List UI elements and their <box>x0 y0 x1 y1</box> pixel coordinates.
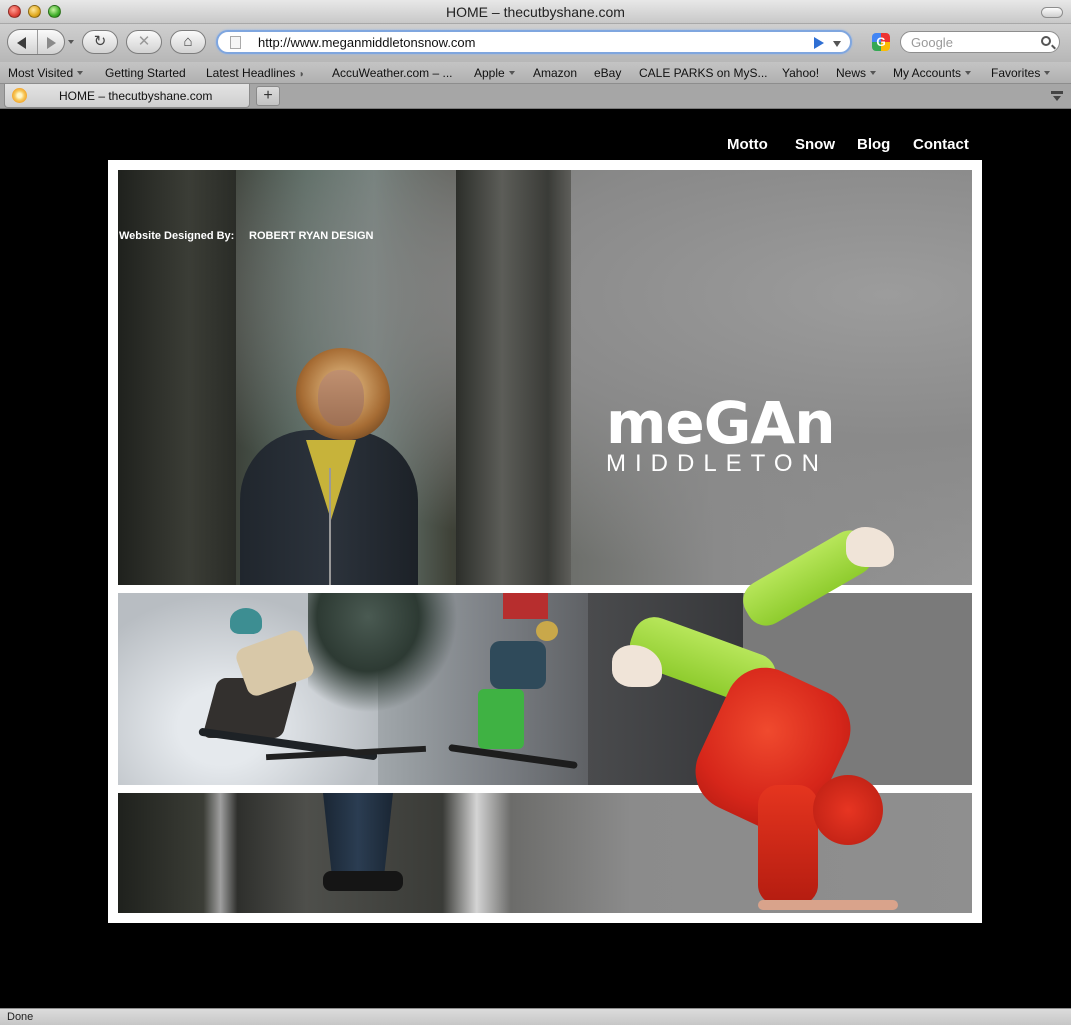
chevron-down-icon <box>965 71 972 75</box>
bookmark-apple[interactable]: Apple <box>474 66 515 80</box>
back-button[interactable] <box>8 30 38 54</box>
status-text: Done <box>7 1011 34 1023</box>
bookmark-label: Most Visited <box>8 66 74 80</box>
site-logo: meGAn MIDDLETON <box>606 389 838 478</box>
toolbar-toggle-button[interactable] <box>1041 7 1063 18</box>
bookmark-label: Latest Headlines <box>206 66 296 80</box>
handstand-hood <box>813 775 883 845</box>
bookmark-label: Favorites <box>991 66 1041 80</box>
flower-favicon-icon <box>12 88 27 103</box>
chevron-down-icon <box>77 71 84 75</box>
nav-link-contact[interactable]: Contact <box>913 136 969 153</box>
bookmark-getting-started[interactable]: Getting Started <box>105 66 186 80</box>
page-favicon-icon <box>230 36 241 49</box>
stop-icon: ✕ <box>137 33 151 50</box>
bookmark-label: News <box>836 66 867 80</box>
bookmark-label: eBay <box>594 66 622 80</box>
bookmark-news[interactable]: News <box>836 66 877 80</box>
home-icon: ⌂ <box>183 33 193 50</box>
handstand-shoe-upper <box>846 527 894 567</box>
credit-label: Website Designed By: <box>119 230 235 242</box>
home-button[interactable]: ⌂ <box>170 30 206 54</box>
bookmark-label: Apple <box>474 66 505 80</box>
navigation-toolbar: ↻ ✕ ⌂ http://www.meganmiddletonsnow.com … <box>0 24 1071 62</box>
tab-home[interactable]: HOME – thecutbyshane.com <box>4 84 250 108</box>
search-engine-selector[interactable]: G <box>868 31 898 53</box>
snowboarder-two-helmet <box>536 621 558 641</box>
url-text[interactable]: http://www.meganmiddletonsnow.com <box>258 35 476 50</box>
bookmark-latest-headlines[interactable]: Latest Headlines ◗ <box>206 66 305 80</box>
snowboarder-two <box>448 613 578 773</box>
google-icon: G <box>872 33 890 51</box>
snowboarder-two-jacket <box>490 641 546 689</box>
rss-icon: ◗ <box>298 69 305 80</box>
bookmark-amazon[interactable]: Amazon <box>533 66 577 80</box>
bookmark-most-visited[interactable]: Most Visited <box>8 66 84 80</box>
concrete-pillar-right <box>456 170 571 585</box>
portrait-boots <box>323 871 403 891</box>
list-all-tabs-icon[interactable] <box>1049 89 1065 103</box>
bookmark-label: Getting Started <box>105 66 186 80</box>
reload-icon: ↻ <box>93 33 107 50</box>
status-bar: Done <box>0 1008 1071 1025</box>
go-arrow-icon[interactable] <box>814 37 824 49</box>
logo-wordmark: meGAn <box>606 389 836 457</box>
handstand-hands <box>758 900 898 910</box>
chevron-down-icon <box>1044 71 1051 75</box>
url-dropdown-icon[interactable] <box>833 41 841 47</box>
portrait-zipper <box>329 468 331 588</box>
logo-subtitle: MIDDLETON <box>606 450 828 477</box>
bookmark-label: Yahoo! <box>782 66 820 80</box>
portrait-face <box>318 370 364 426</box>
bookmark-accuweather[interactable]: AccuWeather.com – ... <box>332 66 453 80</box>
bookmark-label: CALE PARKS on MyS... <box>639 66 768 80</box>
chevron-down-icon <box>508 71 515 75</box>
bookmark-cale-parks[interactable]: CALE PARKS on MyS... <box>639 66 768 80</box>
hero-collage: meGAn MIDDLETON <box>118 170 972 913</box>
snowboarder-one-helmet <box>230 608 262 634</box>
nav-link-motto[interactable]: Motto <box>727 136 768 153</box>
bookmark-label: My Accounts <box>893 66 962 80</box>
bookmark-label: AccuWeather.com – ... <box>332 66 453 80</box>
search-icon[interactable] <box>1041 36 1051 46</box>
reload-button[interactable]: ↻ <box>82 30 118 54</box>
handstand-arms <box>758 785 818 905</box>
tree-shadow <box>308 593 458 713</box>
hero-photo-top: meGAn MIDDLETON <box>118 170 972 590</box>
bookmark-ebay[interactable]: eBay <box>594 66 621 80</box>
snowboarder-one-jacket <box>233 627 317 699</box>
chevron-down-icon <box>870 71 877 75</box>
snowboarder-one <box>180 608 427 761</box>
history-dropdown-icon[interactable] <box>68 40 74 44</box>
bookmarks-toolbar: Most Visited Getting Started Latest Head… <box>0 62 1071 84</box>
page-viewport: Motto Snow Blog Contact meGAn MIDDLETON <box>0 110 1071 1008</box>
handstand-figure <box>608 523 908 913</box>
window-title: HOME – thecutbyshane.com <box>446 4 625 20</box>
bookmark-favorites[interactable]: Favorites <box>991 66 1051 80</box>
hero-frame: meGAn MIDDLETON <box>108 160 982 923</box>
forward-arrow-icon <box>47 37 56 49</box>
address-bar[interactable]: http://www.meganmiddletonsnow.com <box>216 30 852 54</box>
bookmark-yahoo[interactable]: Yahoo! <box>782 66 819 80</box>
tab-label: HOME – thecutbyshane.com <box>59 89 213 103</box>
snowboarder-two-pants <box>478 689 524 749</box>
plus-icon: + <box>263 87 273 104</box>
stop-button[interactable]: ✕ <box>126 30 162 54</box>
back-arrow-icon <box>17 37 26 49</box>
search-placeholder: Google <box>911 35 953 50</box>
portrait-figure <box>240 348 418 590</box>
search-input[interactable]: Google <box>900 31 1060 53</box>
nav-link-snow[interactable]: Snow <box>795 136 835 153</box>
bookmark-my-accounts[interactable]: My Accounts <box>893 66 972 80</box>
credit-link[interactable]: ROBERT RYAN DESIGN <box>249 230 373 242</box>
back-forward-group <box>7 29 65 55</box>
tab-bar: HOME – thecutbyshane.com + <box>0 84 1071 109</box>
window-titlebar: HOME – thecutbyshane.com <box>0 0 1071 24</box>
new-tab-button[interactable]: + <box>256 86 280 106</box>
forward-button[interactable] <box>38 30 64 54</box>
bookmark-label: Amazon <box>533 66 578 80</box>
nav-link-blog[interactable]: Blog <box>857 136 890 153</box>
